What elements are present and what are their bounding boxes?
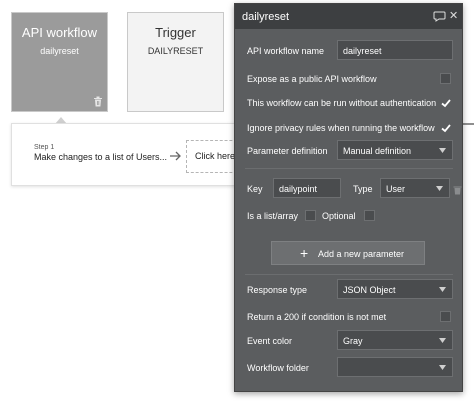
trash-icon[interactable] [453, 185, 462, 195]
expose-public-checkbox[interactable] [440, 73, 451, 84]
chevron-down-icon [439, 365, 446, 370]
response-type-value: JSON Object [343, 285, 396, 295]
response-type-label: Response type [247, 285, 308, 295]
plus-icon: + [300, 245, 309, 261]
trigger-card[interactable]: Trigger DAILYRESET [127, 12, 224, 112]
return-200-checkbox[interactable] [440, 311, 451, 322]
event-color-dropdown[interactable]: Gray [337, 330, 453, 350]
ignore-privacy-label: Ignore privacy rules when running the wo… [247, 123, 435, 133]
trash-icon[interactable] [93, 96, 103, 107]
api-workflow-name-input[interactable]: dailyreset [337, 40, 453, 60]
add-parameter-label: Add a new parameter [318, 249, 405, 259]
event-color-value: Gray [343, 336, 363, 346]
divider [245, 168, 453, 169]
workflow-folder-dropdown[interactable] [337, 357, 453, 377]
api-workflow-name-value: dailyreset [343, 46, 382, 56]
optional-label: Optional [322, 211, 356, 221]
api-workflow-card-title: API workflow [21, 25, 98, 40]
is-list-checkbox[interactable] [305, 210, 316, 221]
comment-icon[interactable] [433, 11, 446, 22]
response-type-dropdown[interactable]: JSON Object [337, 279, 453, 299]
panel-title: dailyreset [242, 11, 290, 23]
parameter-definition-dropdown[interactable]: Manual definition [337, 140, 453, 160]
parameter-definition-value: Manual definition [343, 146, 412, 156]
trigger-card-title: Trigger [155, 25, 196, 40]
run-without-auth-checkbox[interactable] [440, 97, 452, 109]
chevron-down-icon [436, 186, 443, 191]
add-parameter-button[interactable]: + Add a new parameter [271, 241, 425, 265]
api-workflow-card[interactable]: API workflow dailyreset [11, 12, 108, 112]
ignore-privacy-checkbox[interactable] [440, 122, 452, 134]
parameter-definition-label: Parameter definition [247, 146, 328, 156]
close-icon[interactable]: ✕ [449, 10, 458, 22]
trigger-card-subtitle: DAILYRESET [147, 46, 204, 56]
workflow-property-panel: dailyreset ✕ API workflow name dailyrese… [234, 3, 463, 392]
event-color-label: Event color [247, 336, 293, 346]
api-workflow-card-subtitle: dailyreset [40, 46, 79, 56]
run-without-auth-label: This workflow can be run without authent… [247, 98, 437, 108]
return-200-label: Return a 200 if condition is not met [247, 312, 387, 322]
click-here-label: Click here [195, 151, 236, 161]
step-number: Step 1 [34, 144, 55, 151]
expose-public-label: Expose as a public API workflow [247, 74, 377, 84]
chevron-down-icon [439, 287, 446, 292]
arrow-right-icon [170, 151, 181, 161]
api-workflow-name-label: API workflow name [247, 46, 325, 56]
chevron-down-icon [439, 148, 446, 153]
key-input[interactable]: dailypoint [273, 178, 341, 198]
is-list-label: Is a list/array [247, 211, 299, 221]
step-description[interactable]: Make changes to a list of Users... [34, 152, 167, 162]
type-dropdown[interactable]: User [380, 178, 450, 198]
step-bar: Step 1 Make changes to a list of Users..… [11, 123, 242, 186]
key-value: dailypoint [279, 184, 318, 194]
chevron-down-icon [439, 338, 446, 343]
workflow-canvas: API workflow dailyreset Trigger DAILYRES… [0, 0, 474, 401]
optional-checkbox[interactable] [364, 210, 375, 221]
type-label: Type [353, 184, 373, 194]
workflow-folder-label: Workflow folder [247, 363, 309, 373]
divider [245, 274, 453, 275]
type-value: User [386, 184, 406, 194]
key-label: Key [247, 184, 263, 194]
panel-header[interactable]: dailyreset ✕ [235, 4, 462, 29]
